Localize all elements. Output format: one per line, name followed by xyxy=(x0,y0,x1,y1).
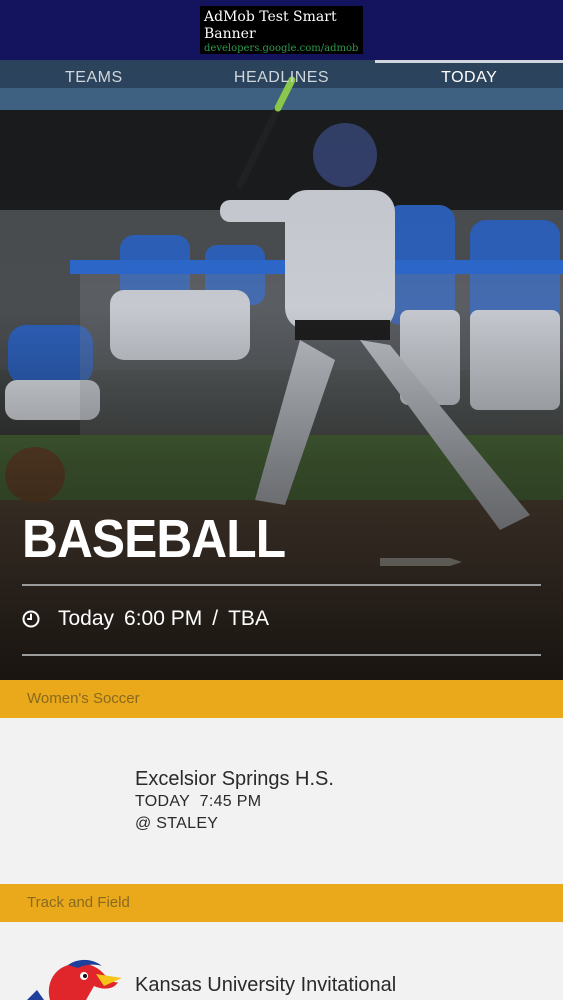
ad-title: AdMob Test Smart Banner xyxy=(204,9,337,42)
event-time: 7:45 PM xyxy=(199,793,262,810)
clock-icon xyxy=(22,610,40,628)
tab-today[interactable]: TODAY xyxy=(375,60,563,96)
ad-creative[interactable]: AdMob Test Smart Banner developers.googl… xyxy=(200,6,363,54)
ad-banner[interactable]: AdMob Test Smart Banner developers.googl… xyxy=(0,0,563,60)
event-day: Today xyxy=(58,607,115,630)
event-venue: @ STALEY xyxy=(135,815,219,832)
sport-title: BASEBALL xyxy=(22,509,286,569)
event-card[interactable]: Excelsior Springs H.S. TODAY 7:45 PM @ S… xyxy=(0,718,563,884)
event-time-row: Today 6:00 PM / TBA xyxy=(22,607,269,631)
jayhawk-logo xyxy=(27,959,122,1000)
tab-active-indicator xyxy=(375,60,563,63)
hero-overlay xyxy=(0,60,563,680)
divider xyxy=(22,654,541,656)
featured-event-hero[interactable]: TEAMS HEADLINES TODAY BASEBALL Today 6:0… xyxy=(0,60,563,680)
divider xyxy=(22,584,541,586)
event-location: TBA xyxy=(228,607,269,630)
ad-url[interactable]: developers.google.com/admob xyxy=(204,43,359,55)
event-day: TODAY xyxy=(135,793,191,810)
tab-headlines[interactable]: HEADLINES xyxy=(188,60,376,96)
tab-bar: TEAMS HEADLINES TODAY xyxy=(0,60,563,96)
event-time: 6:00 PM xyxy=(124,607,203,630)
separator: / xyxy=(212,607,219,630)
section-header-track-and-field: Track and Field xyxy=(0,884,563,922)
event-opponent: Excelsior Springs H.S. xyxy=(135,768,334,790)
tab-teams[interactable]: TEAMS xyxy=(0,60,188,96)
section-header-womens-soccer: Women's Soccer xyxy=(0,680,563,718)
event-opponent: Kansas University Invitational xyxy=(135,974,397,996)
event-datetime: TODAY 7:45 PM xyxy=(135,793,261,811)
